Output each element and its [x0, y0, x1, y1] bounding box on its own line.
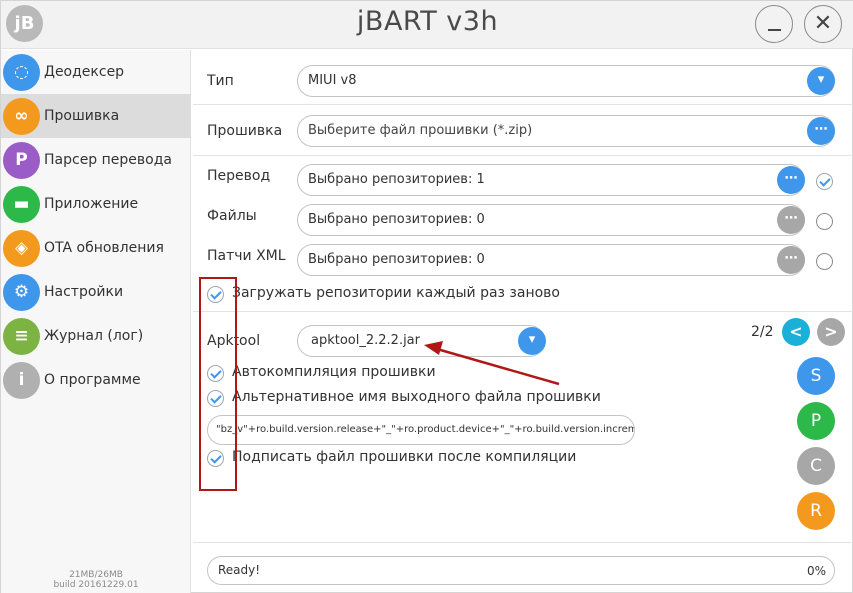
- c-button[interactable]: C: [797, 447, 835, 485]
- sidebar-item-firmware[interactable]: ∞ Прошивка: [1, 94, 191, 138]
- minimize-button[interactable]: [755, 5, 793, 43]
- p-button[interactable]: P: [797, 402, 835, 440]
- firmware-browse-button[interactable]: ⋯: [807, 117, 835, 145]
- sidebar-item-deodexer[interactable]: ◌ Деодексер: [1, 50, 191, 94]
- next-page-button[interactable]: >: [817, 318, 845, 346]
- reload-repos-label: Загружать репозитории каждый раз заново: [232, 285, 560, 301]
- type-dropdown-button[interactable]: ▾: [807, 67, 835, 95]
- sign-checkbox[interactable]: [207, 450, 224, 467]
- chevron-down-icon: ▾: [528, 332, 536, 347]
- sidebar-item-label: Деодексер: [44, 64, 125, 80]
- sidebar-item-settings[interactable]: ⚙ Настройки: [1, 270, 191, 314]
- sidebar-item-about[interactable]: i О программе: [1, 358, 191, 402]
- close-button[interactable]: ✕: [804, 5, 842, 43]
- translation-browse-button[interactable]: ⋯: [777, 166, 805, 194]
- sidebar-item-label: Прошивка: [44, 108, 120, 124]
- build-version: build 20161229.01: [53, 580, 139, 590]
- firmware-icon: ∞: [3, 97, 40, 135]
- files-checkbox[interactable]: [816, 213, 833, 230]
- sidebar-item-label: О программе: [44, 372, 141, 388]
- firmware-label: Прошивка: [207, 123, 283, 139]
- sidebar-item-label: Настройки: [44, 284, 124, 300]
- chevron-right-icon: >: [824, 322, 838, 341]
- parser-icon: P: [3, 141, 40, 179]
- info-icon: i: [3, 361, 40, 399]
- ellipsis-icon: ⋯: [784, 171, 798, 186]
- sidebar-item-ota[interactable]: ◈ OTA обновления: [1, 226, 191, 270]
- apktool-select[interactable]: apktool_2.2.2.jar: [297, 325, 545, 357]
- android-icon: ▬: [3, 185, 40, 223]
- divider: [193, 311, 853, 312]
- r-button[interactable]: R: [797, 492, 835, 530]
- divider: [193, 155, 853, 156]
- alt-name-checkbox[interactable]: [207, 390, 224, 407]
- autocompile-label: Автокомпиляция прошивки: [232, 364, 436, 380]
- sidebar-item-label: Приложение: [44, 196, 139, 212]
- minimize-icon: [768, 29, 781, 31]
- alt-name-label: Альтернативное имя выходного файла проши…: [232, 389, 601, 405]
- app-window: jB jBART v3h ✕ ◌ Деодексер ∞ Прошивка P …: [0, 0, 853, 593]
- divider: [193, 542, 853, 543]
- files-label: Файлы: [207, 208, 257, 224]
- translation-checkbox[interactable]: [816, 173, 833, 190]
- type-label: Тип: [207, 73, 234, 89]
- sidebar-item-label: OTA обновления: [44, 240, 164, 256]
- sidebar-item-log[interactable]: ≡ Журнал (лог): [1, 314, 191, 358]
- status-text: Ready!: [218, 563, 261, 577]
- progress-percent: 0%: [807, 564, 827, 578]
- layers-icon: ◈: [3, 229, 40, 267]
- ellipsis-icon: ⋯: [784, 211, 798, 226]
- circle-arrow-icon: ◌: [3, 53, 40, 91]
- chevron-left-icon: <: [789, 322, 803, 341]
- sidebar: ◌ Деодексер ∞ Прошивка P Парсер перевода…: [1, 50, 191, 593]
- gear-icon: ⚙: [3, 273, 40, 311]
- files-repos-field[interactable]: Выбрано репозиториев: 0: [297, 204, 805, 236]
- reload-repos-checkbox[interactable]: [207, 286, 224, 303]
- memory-usage: 21MB/26MB: [69, 570, 123, 580]
- sidebar-item-parser[interactable]: P Парсер перевода: [1, 138, 191, 182]
- status-progress-bar: Ready!: [207, 556, 835, 585]
- sidebar-item-label: Журнал (лог): [44, 328, 144, 344]
- s-button[interactable]: S: [797, 357, 835, 395]
- app-title: jBART v3h: [356, 6, 499, 37]
- apktool-dropdown-button[interactable]: ▾: [518, 327, 546, 355]
- sidebar-item-application[interactable]: ▬ Приложение: [1, 182, 191, 226]
- ellipsis-icon: ⋯: [814, 122, 828, 137]
- firmware-file-field[interactable]: Выберите файл прошивки (*.zip): [297, 115, 835, 147]
- chevron-down-icon: ▾: [817, 72, 825, 87]
- translation-label: Перевод: [207, 168, 271, 184]
- patches-repos-field[interactable]: Выбрано репозиториев: 0: [297, 244, 805, 276]
- patches-browse-button[interactable]: ⋯: [777, 246, 805, 274]
- divider: [193, 104, 853, 105]
- ellipsis-icon: ⋯: [784, 251, 798, 266]
- files-browse-button[interactable]: ⋯: [777, 206, 805, 234]
- close-icon: ✕: [813, 11, 833, 36]
- patches-checkbox[interactable]: [816, 253, 833, 270]
- apktool-label: Apktool: [207, 333, 261, 349]
- prev-page-button[interactable]: <: [782, 318, 810, 346]
- title-bar: jB jBART v3h ✕: [1, 1, 853, 49]
- page-indicator: 2/2: [751, 324, 774, 340]
- patches-label: Патчи XML: [207, 248, 286, 264]
- log-icon: ≡: [3, 317, 40, 355]
- autocompile-checkbox[interactable]: [207, 365, 224, 382]
- translation-repos-field[interactable]: Выбрано репозиториев: 1: [297, 164, 805, 196]
- type-select[interactable]: MIUI v8: [297, 65, 835, 97]
- sidebar-item-label: Парсер перевода: [44, 152, 172, 168]
- output-name-template-input[interactable]: "bz_v"+ro.build.version.release+"_"+ro.p…: [207, 415, 635, 445]
- sign-label: Подписать файл прошивки после компиляции: [232, 449, 577, 465]
